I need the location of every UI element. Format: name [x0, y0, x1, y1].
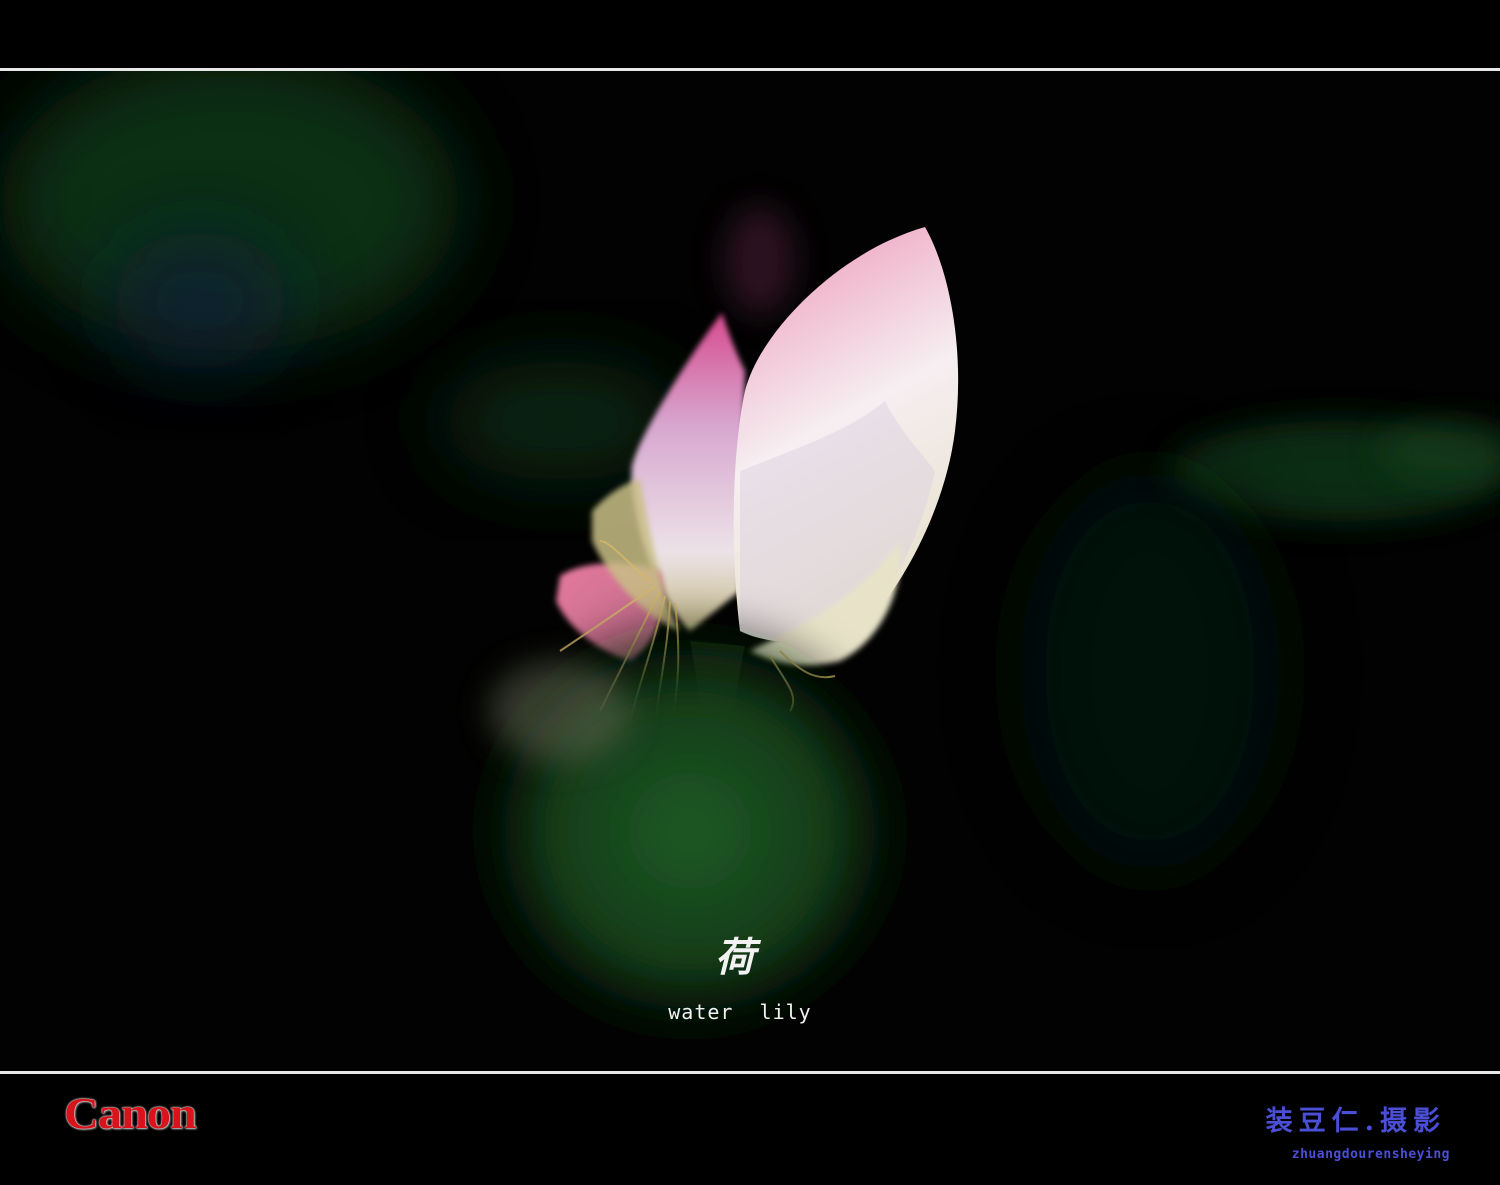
photographer-signature: 装豆仁.摄影	[1265, 1106, 1446, 1137]
canon-logo: Canon	[64, 1089, 197, 1138]
photo-frame: 荷 water lily Canon 装豆仁.摄影 zhuangdourensh…	[0, 0, 1500, 1185]
english-title: water lily	[668, 1000, 812, 1024]
lotus-photo	[0, 71, 1500, 1071]
chinese-title: 荷	[715, 934, 755, 981]
lotus-flower-icon	[0, 71, 1500, 1061]
photographer-signature-romanized: zhuangdourensheying	[1291, 1147, 1450, 1162]
bottom-divider	[0, 1071, 1500, 1074]
